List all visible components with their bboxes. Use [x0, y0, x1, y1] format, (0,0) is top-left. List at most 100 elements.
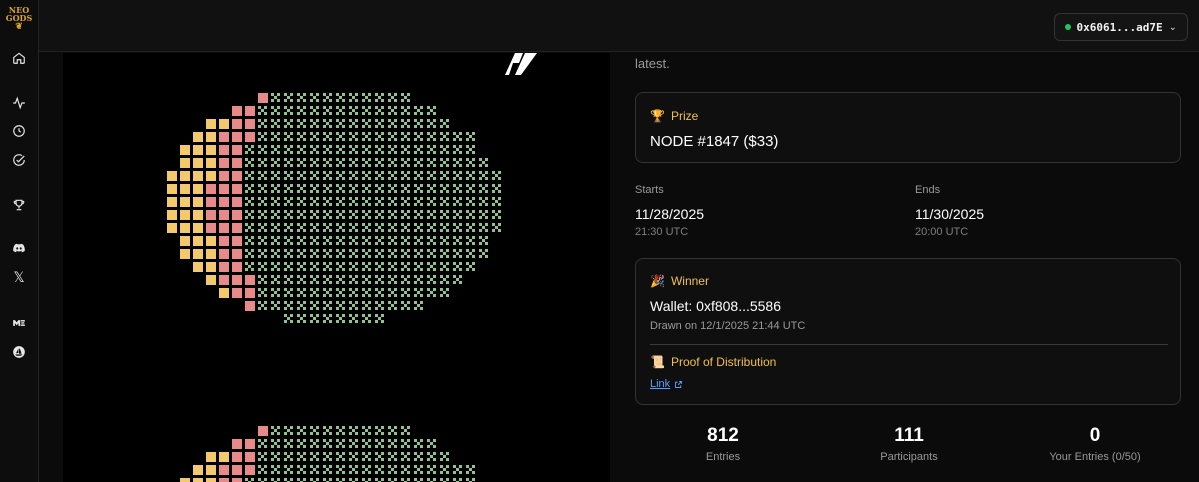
pixel	[232, 145, 242, 155]
pixel	[193, 210, 203, 220]
trophy-icon[interactable]	[9, 195, 29, 215]
pixel	[271, 236, 280, 245]
pixel	[193, 236, 203, 246]
pixel	[375, 106, 384, 115]
pixel	[401, 236, 410, 245]
pixel	[388, 106, 397, 115]
pixel	[284, 249, 293, 258]
pixel	[271, 197, 280, 206]
pixel	[167, 184, 177, 194]
divider	[650, 344, 1168, 345]
activity-icon[interactable]	[9, 93, 29, 113]
pixel	[453, 171, 462, 180]
neo-gods-logo[interactable]: NEO GODS ❦	[5, 6, 33, 34]
pixel	[362, 197, 371, 206]
pixel	[258, 132, 267, 141]
pixel	[414, 171, 423, 180]
pixel	[414, 478, 423, 482]
pixel	[193, 132, 203, 142]
pixel	[310, 275, 319, 284]
pixel	[479, 223, 488, 232]
pixel	[414, 249, 423, 258]
pixel	[362, 288, 371, 297]
x-icon[interactable]: 𝕏	[9, 268, 29, 288]
pixel	[362, 210, 371, 219]
pixel	[284, 171, 293, 180]
pixel	[388, 236, 397, 245]
pixel	[193, 262, 203, 272]
pixel	[349, 288, 358, 297]
pixel	[323, 119, 332, 128]
pixel	[440, 158, 449, 167]
pixel	[232, 452, 242, 462]
magic-eden-icon[interactable]	[9, 313, 29, 333]
pixel	[375, 171, 384, 180]
stat-value: 111	[894, 425, 924, 446]
pixel	[310, 132, 319, 141]
pixel	[375, 132, 384, 141]
pixel	[375, 145, 384, 154]
pixel	[193, 158, 203, 168]
pixel	[271, 93, 280, 102]
clock-icon[interactable]	[9, 121, 29, 141]
pixel	[427, 236, 436, 245]
pixel	[258, 106, 267, 115]
pixel	[284, 452, 293, 461]
starts-date: 11/28/2025	[635, 206, 705, 222]
pixel	[440, 452, 449, 461]
pixel	[349, 275, 358, 284]
discord-icon[interactable]	[9, 238, 29, 258]
pixel	[414, 275, 423, 284]
pixel	[310, 249, 319, 258]
pixel	[310, 288, 319, 297]
pixel	[245, 106, 255, 116]
pixel	[440, 262, 449, 271]
pixel	[310, 145, 319, 154]
pixel	[440, 478, 449, 482]
pixel	[336, 275, 345, 284]
pixel	[427, 249, 436, 258]
pixel	[167, 210, 177, 220]
pixel	[323, 236, 332, 245]
pixel	[336, 184, 345, 193]
prize-label-text: Prize	[670, 109, 699, 123]
pixel	[440, 275, 449, 284]
pixel	[427, 132, 436, 141]
pixel	[388, 465, 397, 474]
pixel	[375, 465, 384, 474]
pixel	[362, 314, 371, 323]
proof-of-distribution-label: 📜 Proof of Distribution	[650, 355, 776, 369]
pixel	[362, 145, 371, 154]
pixel	[349, 236, 358, 245]
prize-card: 🏆 Prize NODE #1847 ($33)	[635, 92, 1181, 163]
pixel	[336, 452, 345, 461]
pixel	[297, 158, 306, 167]
pixel	[271, 275, 280, 284]
pixel	[466, 197, 475, 206]
home-icon[interactable]	[9, 48, 29, 68]
pixel	[466, 465, 475, 474]
pixel	[284, 158, 293, 167]
pixel	[232, 158, 242, 168]
opensea-icon[interactable]	[9, 342, 29, 362]
pixel	[375, 184, 384, 193]
pixel	[375, 158, 384, 167]
check-circle-icon[interactable]	[9, 150, 29, 170]
pixel	[336, 301, 345, 310]
pixel	[401, 171, 410, 180]
pixel	[388, 426, 397, 435]
pixel	[271, 171, 280, 180]
wallet-connect-button[interactable]: 0x6061...ad7E ⌄	[1053, 13, 1188, 41]
pixel	[466, 223, 475, 232]
pixel	[466, 478, 475, 482]
pixel	[206, 249, 216, 259]
pixel	[180, 249, 190, 259]
pixel	[297, 197, 306, 206]
pixel	[271, 288, 280, 297]
pixel	[349, 145, 358, 154]
pixel	[323, 184, 332, 193]
proof-link[interactable]: Link	[650, 378, 683, 390]
pixel	[271, 262, 280, 271]
pixel	[245, 119, 255, 129]
pixel	[271, 210, 280, 219]
